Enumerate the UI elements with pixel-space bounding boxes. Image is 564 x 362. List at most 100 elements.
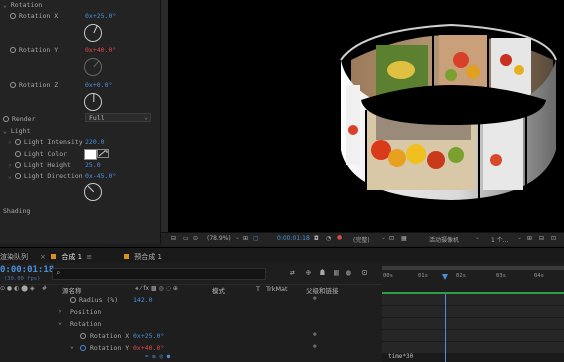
playhead-line[interactable] (445, 294, 446, 362)
layer-number-icon: # (42, 285, 48, 292)
timeline-row-rotation-x[interactable]: Rotation X 0x+25.0° ⊚ (0, 330, 382, 341)
render-dropdown[interactable]: Full ⌄ (85, 113, 151, 122)
rotation-x-value[interactable]: 0x+25.0° (85, 12, 116, 20)
timeline-row-position[interactable]: › Position (0, 306, 382, 317)
tab-render-queue[interactable]: 渲染队列 (0, 251, 28, 263)
motion-blur-icon[interactable]: ◍ (346, 268, 351, 277)
always-preview-icon[interactable]: ⊟ (171, 235, 176, 242)
vr-icon[interactable]: ⊙ (193, 235, 198, 242)
tab-precomp1[interactable]: 预合成 1 (124, 251, 162, 263)
viewer-toolbar: ⊟ ▭ ⊙ (78.9%) ⌄ ⊞ ▢ 0:00:01:18 ◘ ◔ ● (完整… (161, 232, 564, 246)
rotation-x-dial[interactable] (84, 24, 102, 42)
frame-blending-icon[interactable]: ▥ (334, 268, 339, 277)
stopwatch-icon[interactable] (14, 162, 21, 168)
rotation-x-row: Rotation X (10, 12, 58, 20)
stopwatch-icon[interactable] (10, 82, 16, 88)
stopwatch-icon[interactable] (80, 333, 86, 341)
expression-toggle-icon[interactable]: = ⊵ ◎ ● (145, 353, 170, 360)
timeline-row-rotation[interactable]: ⌄ Rotation (0, 318, 382, 329)
rotation-z-value[interactable]: 0x+0.0° (85, 81, 112, 89)
color-channel-icon[interactable]: ● (337, 234, 342, 241)
zoom-dropdown[interactable]: (78.9%) (207, 235, 231, 242)
shading-section-header[interactable]: Shading (3, 207, 30, 215)
camera-dropdown[interactable]: 活动摄像机 (429, 235, 459, 244)
ruler-tick-3: 03s (496, 273, 506, 279)
camera-icon[interactable]: ◘ (314, 235, 319, 242)
current-time-display[interactable]: 0:00:01:18 (0, 265, 54, 275)
switches-icons: ⚹ ⁄ fx ▩ ◎ ◌ ⊕ (135, 285, 178, 292)
rotation-y-row: Rotation Y (10, 46, 58, 54)
shy-icon[interactable]: ☗ (320, 268, 325, 277)
playhead-handle[interactable] (442, 274, 448, 280)
chevron-down-icon: ⌄ (144, 113, 148, 121)
rotation-y-dial[interactable] (84, 58, 102, 76)
timeline-row-radius[interactable]: Radius (%) 142.0 ⊚ (0, 294, 382, 305)
light-intensity-value[interactable]: 220.0 (85, 138, 105, 146)
stopwatch-icon[interactable] (14, 173, 21, 179)
timeline-row-rotation-y[interactable]: ⌄ Rotation Y 0x+40.0° ⊚ (0, 342, 382, 353)
link-icon[interactable]: ⊚ (313, 331, 317, 338)
effect-controls-panel: ⌄ Rotation Rotation X 0x+25.0° Rotation … (0, 0, 161, 244)
light-height-row: › Light Height (8, 161, 71, 169)
expand-arrow-icon[interactable]: ⌄ (70, 342, 74, 350)
link-icon[interactable]: ⊚ (313, 295, 317, 302)
rotation-z-dial[interactable] (84, 93, 102, 111)
label-icon[interactable]: ◈ (30, 285, 35, 292)
timeline-track-area[interactable]: time*30 (382, 294, 564, 362)
layout-icon[interactable]: ⊞ (527, 235, 532, 242)
close-icon[interactable]: × (40, 253, 46, 261)
graph-editor-icon[interactable]: ⊡ (362, 268, 367, 277)
ruler-tick-2: 02s (456, 273, 466, 279)
light-section-header[interactable]: ⌄ Light (3, 127, 30, 135)
timeline-row-expression[interactable]: = ⊵ ◎ ● (0, 353, 382, 362)
light-height-value[interactable]: 25.0 (85, 161, 101, 169)
display-icon[interactable]: ▭ (183, 235, 189, 242)
light-direction-value[interactable]: 0x-45.0° (85, 172, 116, 180)
expand-arrow-icon[interactable]: ⌄ (8, 172, 12, 180)
expression-text[interactable]: time*30 (388, 353, 413, 360)
stopwatch-icon[interactable] (14, 139, 21, 145)
draft-3d-icon[interactable]: ⊕ (306, 268, 311, 277)
draft-icon[interactable]: ⊡ (551, 235, 556, 242)
ruler-tick-4: 04s (534, 273, 544, 279)
rotation-section-header[interactable]: ⌄ Rotation (3, 1, 42, 9)
twirl-arrow-icon[interactable]: › (8, 161, 12, 169)
light-direction-dial[interactable] (84, 183, 102, 201)
rotation-y-value[interactable]: 0x+40.0° (85, 46, 116, 54)
work-area-bar[interactable] (382, 266, 564, 270)
col-t[interactable]: T (256, 285, 260, 293)
show-snapshot-icon[interactable]: ◔ (326, 235, 331, 242)
stopwatch-icon[interactable] (10, 13, 16, 19)
search-input[interactable]: ⌕ (52, 268, 266, 280)
link-icon[interactable]: ⊚ (313, 343, 317, 350)
eyedropper-icon[interactable] (97, 149, 109, 158)
stopwatch-icon[interactable] (3, 116, 9, 122)
chevron-down-icon: ⌄ (475, 234, 481, 241)
composition-mini-flowchart-icon[interactable]: ⇄ (290, 268, 295, 277)
twirl-arrow-icon[interactable]: › (58, 307, 62, 315)
composition-viewer[interactable] (161, 0, 564, 232)
grid-icon[interactable]: ⊞ (243, 235, 248, 242)
transparency-icon[interactable]: ▦ (401, 235, 407, 242)
menu-icon[interactable]: ≡ (86, 253, 92, 261)
col-trkmat[interactable]: TrkMat (266, 285, 288, 293)
mask-icon[interactable]: ▢ (253, 235, 259, 242)
views-dropdown[interactable]: 1 个... (491, 235, 508, 244)
stopwatch-icon[interactable] (10, 47, 16, 53)
light-color-swatch[interactable] (84, 149, 97, 160)
region-icon[interactable]: ⊡ (389, 235, 394, 242)
expand-arrow-icon[interactable]: ⌄ (58, 318, 62, 326)
time-ruler[interactable]: 00s 01s 02s 03s 04s (382, 266, 564, 284)
stopwatch-icon[interactable] (70, 297, 76, 305)
light-color-row: Light Color (15, 150, 67, 158)
twirl-arrow-icon[interactable]: › (8, 138, 12, 146)
av-switch-icon[interactable]: ⊙ ● ◐ ⬤ (0, 285, 28, 292)
share-icon[interactable]: ⊟ (539, 235, 544, 242)
expand-arrow-icon[interactable]: ⌄ (3, 1, 7, 9)
expand-arrow-icon[interactable]: ⌄ (3, 127, 7, 135)
quality-dropdown[interactable]: (完整) (353, 235, 370, 244)
stopwatch-icon[interactable] (80, 345, 86, 353)
tab-comp1[interactable]: × 合成 1 ≡ (40, 251, 92, 263)
viewer-timecode[interactable]: 0:00:01:18 (277, 235, 310, 242)
stopwatch-icon[interactable] (15, 151, 21, 157)
